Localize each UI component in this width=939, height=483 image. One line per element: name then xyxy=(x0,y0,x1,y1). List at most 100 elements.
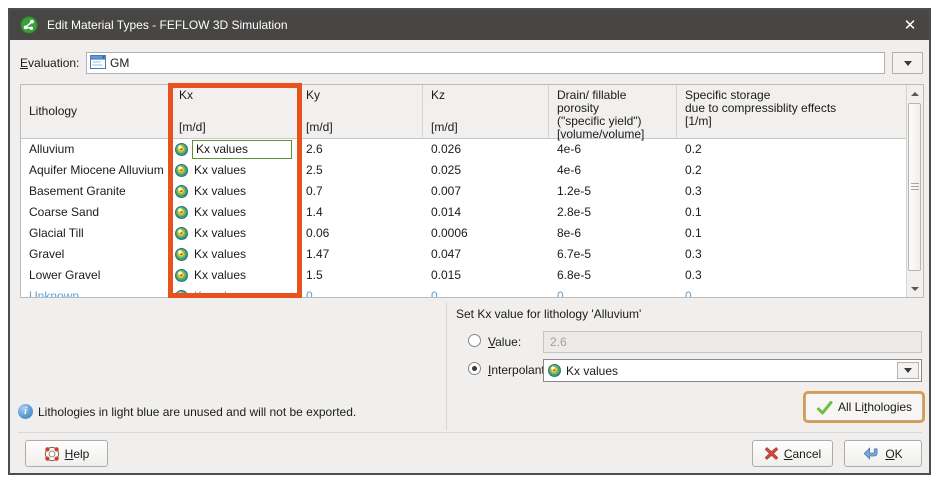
ky-cell[interactable]: 1.47 xyxy=(298,244,423,265)
lithology-cell[interactable]: Glacial Till xyxy=(21,223,171,244)
drain-porosity-cell[interactable]: 1.2e-5 xyxy=(549,181,677,202)
table-window-icon xyxy=(90,55,106,72)
edit-material-types-dialog: Edit Material Types - FEFLOW 3D Simulati… xyxy=(8,8,931,475)
info-icon: i xyxy=(18,404,33,419)
drain-porosity-cell[interactable]: 6.7e-5 xyxy=(549,244,677,265)
table-header: LithologyKx[m/d]Ky[m/d]Kz[m/d]Drain/ fil… xyxy=(21,85,923,139)
all-lithologies-label: All Lithologies xyxy=(838,400,912,414)
close-icon[interactable]: ✕ xyxy=(891,10,929,40)
all-lithologies-button[interactable]: All Lithologies xyxy=(805,393,923,421)
table-row: Glacial Till Kx values 0.060.00068e-60.1 xyxy=(21,223,923,244)
column-header[interactable]: Ky[m/d] xyxy=(298,85,423,138)
ky-cell[interactable]: 2.5 xyxy=(298,160,423,181)
kz-cell[interactable]: 0.025 xyxy=(423,160,549,181)
ok-button[interactable]: OK xyxy=(844,440,922,467)
kz-cell[interactable]: 0.015 xyxy=(423,265,549,286)
column-header[interactable]: Kx[m/d] xyxy=(171,85,298,138)
lithology-cell[interactable]: Aquifer Miocene Alluvium xyxy=(21,160,171,181)
interpolant-icon xyxy=(175,290,188,298)
value-input[interactable]: 2.6 xyxy=(543,331,922,353)
titlebar[interactable]: Edit Material Types - FEFLOW 3D Simulati… xyxy=(10,10,929,40)
blue-arrow-icon xyxy=(863,446,880,461)
specific-storage-cell[interactable]: 0.1 xyxy=(677,223,906,244)
vertical-scrollbar[interactable] xyxy=(906,85,923,297)
chevron-down-icon xyxy=(904,368,912,373)
help-button[interactable]: Help xyxy=(25,440,108,467)
lithology-cell[interactable]: Alluvium xyxy=(21,139,171,160)
evaluation-combobox[interactable]: GM xyxy=(86,52,885,74)
footer-separator xyxy=(18,432,922,433)
specific-storage-cell[interactable]: 0.2 xyxy=(677,139,906,160)
specific-storage-cell[interactable]: 0.1 xyxy=(677,202,906,223)
kz-cell[interactable]: 0.014 xyxy=(423,202,549,223)
lithology-cell[interactable]: Basement Granite xyxy=(21,181,171,202)
table-row: Basement GraniteKx values0.70.0071.2e-50… xyxy=(21,181,923,202)
ky-cell[interactable]: 0.06 xyxy=(298,223,423,244)
table-row: UnknownKx values0000 xyxy=(21,286,923,298)
lithology-cell[interactable]: Lower Gravel xyxy=(21,265,171,286)
column-header[interactable]: Kz[m/d] xyxy=(423,85,549,138)
drain-porosity-cell[interactable]: 4e-6 xyxy=(549,139,677,160)
column-header[interactable]: Lithology xyxy=(21,85,171,138)
ky-cell[interactable]: 2.6 xyxy=(298,139,423,160)
lithology-cell[interactable]: Unknown xyxy=(21,286,171,298)
kx-interpolant-cell[interactable]: Kx values xyxy=(171,139,298,160)
ky-cell[interactable]: 0 xyxy=(298,286,423,298)
value-radio[interactable] xyxy=(468,334,481,347)
panel-separator xyxy=(446,302,447,430)
scroll-down-button[interactable] xyxy=(907,281,923,296)
interpolant-icon xyxy=(175,164,188,177)
scrollbar-thumb[interactable] xyxy=(908,103,921,271)
cancel-button[interactable]: Cancel xyxy=(752,440,833,467)
scroll-up-button[interactable] xyxy=(907,86,923,101)
drain-porosity-cell[interactable]: 4e-6 xyxy=(549,160,677,181)
interpolant-dropdown-button[interactable] xyxy=(897,362,919,379)
interpolant-icon xyxy=(175,248,188,261)
lithology-cell[interactable]: Coarse Sand xyxy=(21,202,171,223)
interpolant-icon xyxy=(175,206,188,219)
chevron-up-icon xyxy=(911,92,919,96)
table-row: AlluviumKx values2.60.0264e-60.2 xyxy=(21,139,923,160)
chevron-down-icon xyxy=(904,61,912,66)
kx-interpolant-cell[interactable]: Kx values xyxy=(171,244,298,265)
kz-cell[interactable]: 0.007 xyxy=(423,181,549,202)
kz-cell[interactable]: 0.026 xyxy=(423,139,549,160)
kx-interpolant-cell[interactable]: Kx values xyxy=(171,265,298,286)
window-title: Edit Material Types - FEFLOW 3D Simulati… xyxy=(47,18,288,32)
kz-cell[interactable]: 0.047 xyxy=(423,244,549,265)
lithology-cell[interactable]: Gravel xyxy=(21,244,171,265)
specific-storage-cell[interactable]: 0.3 xyxy=(677,244,906,265)
drain-porosity-cell[interactable]: 0 xyxy=(549,286,677,298)
specific-storage-cell[interactable]: 0.2 xyxy=(677,160,906,181)
drain-porosity-cell[interactable]: 2.8e-5 xyxy=(549,202,677,223)
specific-storage-cell[interactable]: 0 xyxy=(677,286,906,298)
value-radio-label[interactable]: Value: xyxy=(488,331,521,353)
table-row: Lower Gravel Kx values 1.50.0156.8e-50.3 xyxy=(21,265,923,286)
kx-interpolant-value: Kx values xyxy=(192,223,246,244)
interpolant-combobox-value: Kx values xyxy=(566,364,618,378)
drain-porosity-cell[interactable]: 8e-6 xyxy=(549,223,677,244)
ky-cell[interactable]: 0.7 xyxy=(298,181,423,202)
kx-interpolant-cell[interactable]: Kx values xyxy=(171,223,298,244)
kx-interpolant-cell[interactable]: Kx values xyxy=(171,160,298,181)
interpolant-combobox[interactable]: Kx values xyxy=(543,359,922,382)
specific-storage-cell[interactable]: 0.3 xyxy=(677,265,906,286)
column-header[interactable]: Specific storagedue to compressiblity ef… xyxy=(677,85,906,138)
interpolant-radio[interactable] xyxy=(468,362,481,375)
ky-cell[interactable]: 1.4 xyxy=(298,202,423,223)
interpolant-radio-label[interactable]: Interpolant: xyxy=(488,359,548,381)
interpolant-icon xyxy=(175,227,188,240)
kz-cell[interactable]: 0.0006 xyxy=(423,223,549,244)
kx-interpolant-value: Kx values xyxy=(192,265,246,286)
kz-cell[interactable]: 0 xyxy=(423,286,549,298)
app-logo-icon xyxy=(20,16,38,34)
evaluation-dropdown-button[interactable] xyxy=(892,52,923,74)
kx-interpolant-cell[interactable]: Kx values xyxy=(171,202,298,223)
column-header[interactable]: Drain/ fillable porosity("specific yield… xyxy=(549,85,677,138)
kx-interpolant-cell[interactable]: Kx values xyxy=(171,181,298,202)
specific-storage-cell[interactable]: 0.3 xyxy=(677,181,906,202)
table-row: Aquifer Miocene AlluviumKx values2.50.02… xyxy=(21,160,923,181)
drain-porosity-cell[interactable]: 6.8e-5 xyxy=(549,265,677,286)
kx-interpolant-cell[interactable]: Kx values xyxy=(171,286,298,298)
ky-cell[interactable]: 1.5 xyxy=(298,265,423,286)
